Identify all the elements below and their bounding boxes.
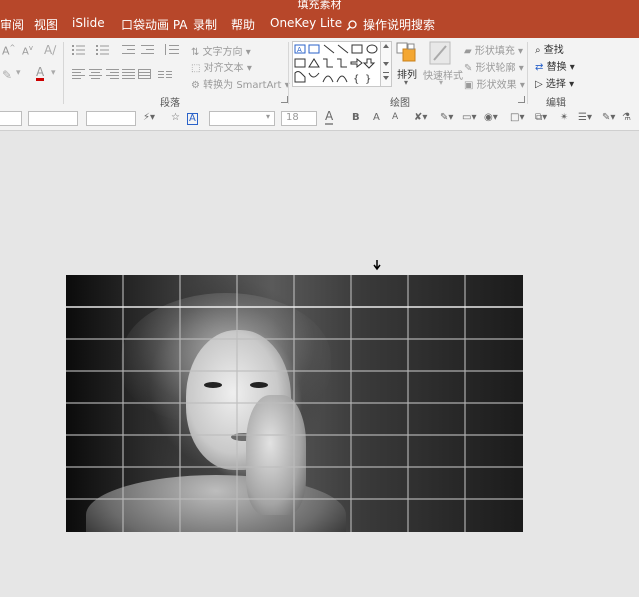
bullets-icon[interactable] bbox=[72, 44, 90, 56]
ribbon-tabs: 审阅 视图 iSlide 口袋动画 PA 录制 帮助 OneKey Lite 操… bbox=[0, 10, 639, 38]
font-color-icon[interactable]: A bbox=[36, 66, 45, 81]
font-color-button[interactable]: A bbox=[325, 110, 334, 125]
font-size-field[interactable]: 18 bbox=[281, 111, 317, 126]
shape-effects-button[interactable]: ▣ 形状效果 ▾ bbox=[464, 76, 525, 91]
shadow-icon[interactable]: □▾ bbox=[510, 112, 524, 123]
svg-text:{: { bbox=[353, 74, 359, 85]
format-toolbar: ⚡▾ ☆ A ▾ 18 A B A A ✘▾ ✎▾ ▭▾ ◉▾ □▾ ⧉▾ ✴ … bbox=[0, 108, 639, 131]
justify-icon[interactable] bbox=[122, 69, 136, 80]
chevron-down-icon[interactable]: ▾ bbox=[404, 78, 408, 87]
text-direction-button[interactable]: ⇅ 文字方向 ▾ bbox=[191, 43, 251, 58]
clear-format-icon[interactable]: ✘▾ bbox=[414, 112, 427, 123]
svg-text:A: A bbox=[297, 46, 302, 54]
decrease-indent-icon[interactable] bbox=[122, 44, 136, 56]
size-width-field[interactable] bbox=[86, 111, 136, 126]
replace-button[interactable]: ⇄ 替换 ▾ bbox=[535, 58, 575, 73]
copy-icon[interactable]: ⧉▾ bbox=[535, 112, 547, 123]
highlight-icon[interactable]: ✎▾ bbox=[440, 112, 453, 123]
tell-me-search[interactable]: 操作说明搜索 bbox=[346, 16, 435, 33]
quick-styles-icon[interactable] bbox=[429, 41, 453, 67]
shapes-icon: A {} bbox=[294, 44, 378, 85]
font-shrink-button[interactable]: A bbox=[392, 112, 398, 122]
drawing-group-label: 绘图 bbox=[390, 98, 410, 109]
group-divider bbox=[527, 42, 528, 104]
highlight-icon[interactable]: ✎ bbox=[2, 68, 12, 82]
shape-outline-button[interactable]: ✎ 形状轮廓 ▾ bbox=[464, 59, 524, 74]
portrait-picture[interactable] bbox=[66, 275, 523, 532]
svg-text:}: } bbox=[365, 74, 371, 85]
align-left-icon[interactable] bbox=[72, 69, 86, 80]
effects-icon[interactable]: ✴ bbox=[560, 112, 568, 123]
shape-fill-button[interactable]: ▰ 形状填充 ▾ bbox=[464, 42, 523, 57]
tab-review[interactable]: 审阅 bbox=[0, 16, 24, 33]
animation-icon[interactable]: ⚡▾ bbox=[143, 112, 155, 123]
font-grow-icon[interactable]: A^ bbox=[2, 44, 15, 58]
align-text-button[interactable]: ⬚ 对齐文本 ▾ bbox=[191, 59, 252, 74]
cursor-icon: ▷ bbox=[535, 79, 543, 90]
tab-onekey-lite[interactable]: OneKey Lite bbox=[270, 16, 342, 30]
ribbon: A^ Av A∕ ✎ ▾ A ▾ ⇅ 文字方向 ▾ ⬚ 对齐文本 ▾ ⚙ 转换为… bbox=[0, 38, 639, 109]
editing-group-label: 编辑 bbox=[546, 98, 566, 109]
title-bar: 填充素材 bbox=[0, 0, 639, 11]
chevron-down-icon[interactable]: ▾ bbox=[439, 78, 443, 87]
paragraph-group-label: 段落 bbox=[160, 98, 180, 109]
align-center-icon[interactable] bbox=[89, 69, 103, 80]
drawing-dialog-launcher[interactable] bbox=[518, 96, 525, 103]
tab-help[interactable]: 帮助 bbox=[231, 16, 255, 33]
chevron-down-icon[interactable]: ▾ bbox=[51, 68, 56, 78]
search-icon: ⌕ bbox=[535, 45, 541, 56]
align-right-icon[interactable] bbox=[106, 69, 120, 80]
increase-indent-icon[interactable] bbox=[141, 44, 155, 56]
group-divider bbox=[63, 42, 64, 104]
font-shrink-icon[interactable]: Av bbox=[22, 44, 33, 57]
font-family-field[interactable]: ▾ bbox=[209, 111, 275, 126]
convert-smartart-button[interactable]: ⚙ 转换为 SmartArt ▾ bbox=[191, 76, 290, 91]
tell-me-label: 操作说明搜索 bbox=[363, 18, 436, 32]
align-icon[interactable]: ☰▾ bbox=[578, 112, 592, 123]
pen-icon[interactable]: ✎▾ bbox=[602, 112, 615, 123]
tab-view[interactable]: 视图 bbox=[34, 16, 58, 33]
tab-record[interactable]: 录制 bbox=[193, 16, 217, 33]
find-button[interactable]: ⌕ 查找 bbox=[535, 41, 564, 56]
arrange-icon[interactable] bbox=[396, 42, 418, 64]
select-button[interactable]: ▷ 选择 ▾ bbox=[535, 75, 574, 90]
paragraph-dialog-launcher[interactable] bbox=[281, 96, 288, 103]
shapes-gallery[interactable]: A {} bbox=[292, 41, 382, 87]
mouse-cursor-icon bbox=[373, 260, 381, 271]
tab-islide[interactable]: iSlide bbox=[72, 16, 105, 30]
chevron-down-icon[interactable]: ▾ bbox=[16, 68, 21, 78]
numbering-icon[interactable] bbox=[96, 44, 114, 56]
distributed-icon[interactable] bbox=[138, 69, 152, 80]
tab-pocket-animation[interactable]: 口袋动画 PA bbox=[121, 16, 188, 33]
bold-button[interactable]: B bbox=[352, 112, 360, 123]
line-spacing-icon[interactable] bbox=[164, 44, 180, 56]
star-icon[interactable]: ☆ bbox=[171, 112, 180, 123]
font-grow-button[interactable]: A bbox=[373, 112, 380, 123]
group-divider bbox=[288, 42, 289, 104]
size-height-field[interactable] bbox=[28, 111, 78, 126]
shapes-icon[interactable]: ◉▾ bbox=[484, 112, 498, 123]
grid-overlay bbox=[66, 275, 523, 532]
replace-icon: ⇄ bbox=[535, 62, 544, 73]
font-name-field[interactable] bbox=[0, 111, 22, 126]
text-box-icon[interactable]: A bbox=[187, 113, 198, 125]
more-icon[interactable]: ⚗ bbox=[622, 112, 631, 123]
gallery-scrollbar[interactable] bbox=[380, 41, 392, 87]
columns-icon[interactable] bbox=[158, 71, 174, 79]
eraser-icon[interactable]: ▭▾ bbox=[462, 112, 476, 123]
clear-formatting-icon[interactable]: A∕ bbox=[44, 43, 56, 57]
search-icon bbox=[346, 20, 357, 31]
